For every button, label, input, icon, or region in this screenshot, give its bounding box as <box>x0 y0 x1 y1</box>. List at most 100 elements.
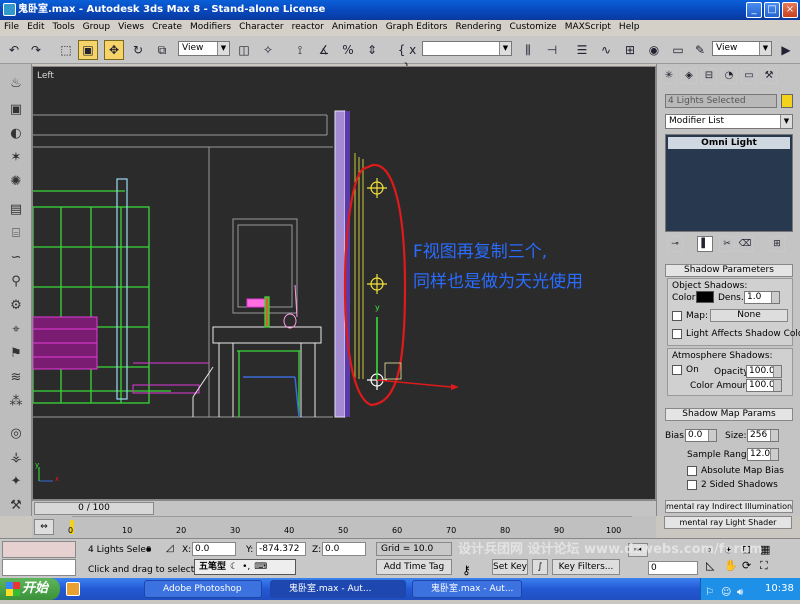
left-viewport[interactable]: Left y y x F视图再复制三个, 同样也是做为天光使用 <box>32 66 656 500</box>
selection-color-swatch[interactable] <box>781 94 793 108</box>
select-region-icon[interactable]: ▣ <box>78 40 98 60</box>
motion-tab-icon[interactable]: ◔ <box>721 68 737 84</box>
select-object-icon[interactable]: ⬚ <box>56 40 76 60</box>
shadow-color-swatch[interactable] <box>696 291 714 303</box>
teapot-icon[interactable]: ♨ <box>6 74 26 94</box>
spline-icon[interactable]: ∽ <box>6 248 26 268</box>
selection-name-field[interactable]: 4 Lights Selected <box>665 94 777 108</box>
reactor-icon[interactable]: ◎ <box>6 424 26 444</box>
camera-icon[interactable]: ⌖ <box>6 320 26 340</box>
task-photoshop[interactable]: Adobe Photoshop <box>144 580 262 598</box>
menu-customize[interactable]: Customize <box>505 20 560 32</box>
light-icon[interactable]: ✺ <box>6 172 26 192</box>
key-filters-button[interactable]: Key Filters... <box>552 559 620 575</box>
quick-render-icon[interactable]: ✎ <box>690 40 710 60</box>
menu-create[interactable]: Create <box>148 20 186 32</box>
stack-item-omni-light[interactable]: Omni Light <box>668 137 790 149</box>
reference-coord-dropdown[interactable]: View ▼ <box>178 41 230 56</box>
snap-3d-icon[interactable]: ⟟ <box>290 40 310 60</box>
cylinder-icon[interactable]: ⌸ <box>6 224 26 244</box>
schematic-view-icon[interactable]: ⊞ <box>620 40 640 60</box>
key-mode-icon[interactable]: ∫ <box>532 559 548 575</box>
ime-moon-icon[interactable]: ☾ <box>226 562 238 572</box>
create-tab-icon[interactable]: ✳ <box>661 68 677 84</box>
menu-group[interactable]: Group <box>79 20 114 32</box>
pan-icon[interactable]: ✋ <box>724 559 738 572</box>
arc-rotate-icon[interactable]: ⟳ <box>742 559 751 572</box>
time-slider[interactable]: 0 / 100 <box>32 500 656 516</box>
menu-rendering[interactable]: Rendering <box>452 20 506 32</box>
size-spinner[interactable]: 256 <box>747 429 779 442</box>
lock-selection-icon[interactable]: 🔒︎ <box>146 543 151 554</box>
menu-maxscript[interactable]: MAXScript <box>561 20 615 32</box>
show-end-result-icon[interactable]: ▌ <box>697 236 713 252</box>
tray-qq-icon[interactable]: ☺ <box>721 582 731 604</box>
maximize-button[interactable]: □ <box>764 2 780 18</box>
remove-modifier-icon[interactable]: ⌫ <box>737 236 753 252</box>
utility-icon[interactable]: ⚒ <box>6 496 26 516</box>
tray-volume-icon[interactable]: 🔊︎ <box>737 582 743 604</box>
align-icon[interactable]: ⊣ <box>542 40 562 60</box>
spacewarp-icon[interactable]: ≋ <box>6 368 26 388</box>
add-time-tag-button[interactable]: Add Time Tag <box>376 559 452 575</box>
menu-file[interactable]: File <box>0 20 23 32</box>
close-button[interactable]: × <box>782 2 798 18</box>
select-rotate-icon[interactable]: ↻ <box>128 40 148 60</box>
pin-stack-icon[interactable]: ⊸ <box>667 236 683 252</box>
modifier-tool-icon[interactable]: ✦ <box>6 472 26 492</box>
dens-spinner[interactable]: 1.0 <box>744 291 780 304</box>
menu-modifiers[interactable]: Modifiers <box>186 20 235 32</box>
tray-network-icon[interactable]: ⚐ <box>705 582 714 604</box>
absolute-map-bias-checkbox[interactable] <box>687 466 697 476</box>
particle-icon[interactable]: ⁂ <box>6 392 26 412</box>
task-3dsmax-1[interactable]: 鬼卧室.max - Aut... <box>270 580 406 598</box>
modifier-list-dropdown[interactable]: Modifier List ▼ <box>665 114 793 129</box>
hierarchy-tab-icon[interactable]: ⊟ <box>701 68 717 84</box>
box-icon[interactable]: ▣ <box>6 100 26 120</box>
render-scene-icon[interactable]: ▭ <box>668 40 688 60</box>
material-editor-icon[interactable]: ◉ <box>644 40 664 60</box>
y-coordinate-field[interactable]: -874.372 <box>256 542 306 556</box>
omni-light-2[interactable] <box>367 274 387 294</box>
quicklaunch-icon[interactable] <box>66 582 80 596</box>
spinner-snap-icon[interactable]: ⇕ <box>362 40 382 60</box>
ime-punct-icon[interactable]: •, <box>238 562 250 572</box>
render-type-dropdown[interactable]: View ▼ <box>712 41 772 56</box>
task-3dsmax-2[interactable]: 鬼卧室.max - Aut... <box>412 580 522 598</box>
sample-range-spinner[interactable]: 12.0 <box>747 448 779 461</box>
modify-tab-icon[interactable]: ◈ <box>681 68 697 84</box>
menu-character[interactable]: Character <box>235 20 287 32</box>
bone-icon[interactable]: ⚲ <box>6 272 26 292</box>
angle-snap-icon[interactable]: ∡ <box>314 40 334 60</box>
maximize-viewport-icon[interactable]: ⛶ <box>760 559 768 573</box>
layer-manager-icon[interactable]: ☰ <box>572 40 592 60</box>
bias-spinner[interactable]: 0.0 <box>685 429 717 442</box>
menu-edit[interactable]: Edit <box>23 20 48 32</box>
absolute-mode-icon[interactable]: ◿ <box>166 543 174 554</box>
gear-icon[interactable]: ⚙ <box>6 296 26 316</box>
menu-tools[interactable]: Tools <box>49 20 79 32</box>
select-move-icon[interactable]: ✥ <box>104 40 124 60</box>
make-unique-icon[interactable]: ✂ <box>719 236 735 252</box>
manipulate-icon[interactable]: ✧ <box>258 40 278 60</box>
color-amount-spinner[interactable]: 100.0 <box>746 379 782 392</box>
menu-animation[interactable]: Animation <box>328 20 382 32</box>
shadow-map-params-rollout[interactable]: Shadow Map Params <box>665 408 793 421</box>
percent-snap-icon[interactable]: % <box>338 40 358 60</box>
named-selection-dropdown[interactable]: ▼ <box>422 41 512 56</box>
track-bar-toggle-icon[interactable]: ⇔ <box>34 519 54 535</box>
light-affects-checkbox[interactable] <box>672 329 682 339</box>
display-tab-icon[interactable]: ▭ <box>741 68 757 84</box>
pivot-center-icon[interactable]: ◫ <box>234 40 254 60</box>
minimize-button[interactable]: _ <box>746 2 762 18</box>
edit-named-selection-icon[interactable]: { x } <box>394 40 420 75</box>
omni-light-1[interactable] <box>367 178 387 198</box>
track-bar[interactable]: ⇔ 0 10 20 30 40 50 60 70 80 90 100 <box>32 516 656 538</box>
ime-status-bar[interactable]: 五笔型 ☾ •, ⌨ <box>194 559 296 575</box>
dynamics-icon[interactable]: ⚶ <box>6 448 26 468</box>
menu-graph-editors[interactable]: Graph Editors <box>382 20 452 32</box>
current-frame-field[interactable]: 0 <box>648 561 698 575</box>
map-button[interactable]: None <box>710 309 788 322</box>
menu-help[interactable]: Help <box>615 20 644 32</box>
maxscript-mini-input[interactable] <box>2 559 76 576</box>
